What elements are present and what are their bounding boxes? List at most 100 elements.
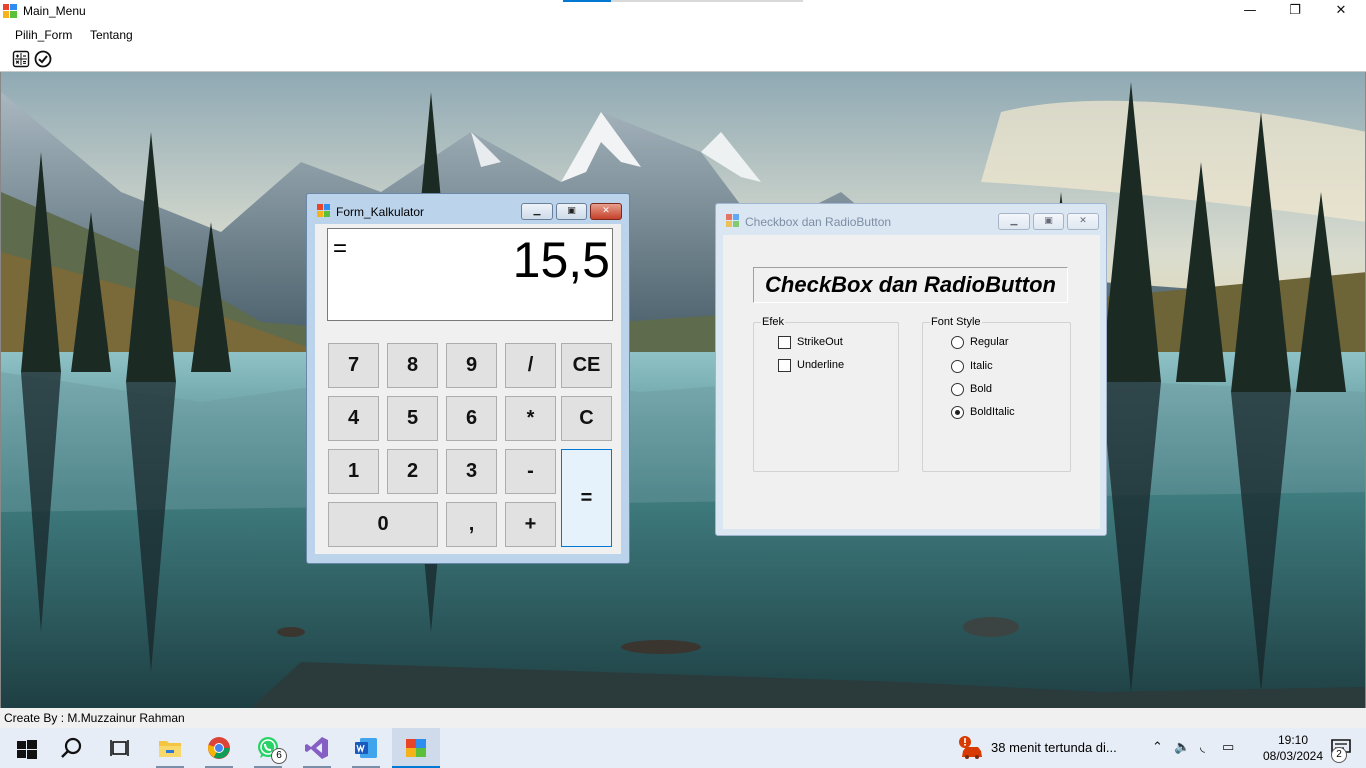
task-view-icon xyxy=(110,740,129,756)
key-0[interactable]: 0 xyxy=(328,502,438,547)
action-center-button[interactable]: 2 xyxy=(1318,728,1366,768)
bold-label[interactable]: Bold xyxy=(970,383,992,395)
key-equals[interactable]: = xyxy=(561,449,612,547)
font-style-legend: Font Style xyxy=(930,316,982,328)
checkmark-circle-icon[interactable] xyxy=(34,50,52,68)
windows-taskbar: 6 38 menit tertunda di... ⌃ 🔈 ◟ ▭ 19:10 xyxy=(0,728,1366,768)
checkbox-form-client-area: CheckBox dan RadioButton Efek StrikeOut … xyxy=(723,235,1100,529)
key-multiply[interactable]: * xyxy=(505,396,556,441)
menu-bar: Pilih_Form Tentang xyxy=(0,23,1366,46)
menu-pilih-form[interactable]: Pilih_Form xyxy=(15,28,72,42)
radio-circle[interactable] xyxy=(951,360,964,373)
key-8[interactable]: 8 xyxy=(387,343,438,388)
radio-circle[interactable] xyxy=(951,336,964,349)
minimize-button[interactable]: — xyxy=(1227,0,1273,23)
action-center-badge: 2 xyxy=(1331,747,1347,763)
key-1[interactable]: 1 xyxy=(328,449,379,494)
maximize-button[interactable]: ❐ xyxy=(1272,0,1318,23)
status-label: Create By : M.Muzzainur Rahman xyxy=(4,711,185,725)
word-button[interactable] xyxy=(342,728,390,768)
winforms-app-icon xyxy=(3,4,17,18)
notification-text: 38 menit tertunda di... xyxy=(991,740,1117,755)
font-style-group: Font Style Regular Italic Bold BoldItali… xyxy=(922,316,1071,472)
form-heading-label: CheckBox dan RadioButton xyxy=(753,267,1068,303)
car-alert-icon xyxy=(959,736,982,759)
key-2[interactable]: 2 xyxy=(387,449,438,494)
calculator-icon[interactable] xyxy=(12,50,30,68)
bolditalic-label[interactable]: BoldItalic xyxy=(970,406,1015,418)
radio-circle[interactable] xyxy=(951,383,964,396)
mdi-container: Form_Kalkulator ▁ ▣ ✕ = 15,5 7 8 9 / CE … xyxy=(0,72,1366,708)
key-5[interactable]: 5 xyxy=(387,396,438,441)
file-explorer-icon xyxy=(159,741,181,757)
visual-studio-button[interactable] xyxy=(293,728,341,768)
radio-circle-selected[interactable] xyxy=(951,406,964,419)
checkbox-box[interactable] xyxy=(778,359,791,372)
search-icon xyxy=(61,737,82,758)
chrome-icon xyxy=(208,737,230,759)
system-clock[interactable]: 19:10 08/03/2024 xyxy=(1262,732,1324,764)
key-6[interactable]: 6 xyxy=(446,396,497,441)
checkbox-radio-form: Checkbox dan RadioButton ▁ ▣ ✕ CheckBox … xyxy=(715,203,1107,536)
landscape-wallpaper xyxy=(1,72,1365,708)
cb-close-button[interactable]: ✕ xyxy=(1067,213,1099,230)
calc-maximize-button[interactable]: ▣ xyxy=(556,203,587,220)
wifi-icon[interactable]: ◟ xyxy=(1200,740,1205,755)
cb-minimize-button[interactable]: ▁ xyxy=(998,213,1030,230)
battery-icon[interactable]: ▭ xyxy=(1222,740,1234,755)
italic-label[interactable]: Italic xyxy=(970,360,993,372)
calc-minimize-button[interactable]: ▁ xyxy=(521,203,553,220)
key-4[interactable]: 4 xyxy=(328,396,379,441)
calculator-title-bar: Form_Kalkulator ▁ ▣ ✕ xyxy=(307,194,629,224)
key-add[interactable]: + xyxy=(505,502,556,547)
key-comma[interactable]: , xyxy=(446,502,497,547)
calculator-display[interactable]: = 15,5 xyxy=(327,228,613,321)
calculator-form: Form_Kalkulator ▁ ▣ ✕ = 15,5 7 8 9 / CE … xyxy=(306,193,630,564)
efek-group: Efek StrikeOut Underline xyxy=(753,316,899,472)
tool-strip xyxy=(0,46,1366,72)
winforms-app-icon xyxy=(317,204,330,217)
visual-studio-icon xyxy=(305,737,328,759)
chrome-button[interactable] xyxy=(195,728,243,768)
key-3[interactable]: 3 xyxy=(446,449,497,494)
clock-date: 08/03/2024 xyxy=(1262,749,1324,763)
calculator-title: Form_Kalkulator xyxy=(336,205,425,219)
calc-close-button[interactable]: ✕ xyxy=(590,203,622,220)
speaker-icon[interactable]: 🔈 xyxy=(1174,740,1190,755)
cb-maximize-button[interactable]: ▣ xyxy=(1033,213,1064,230)
file-explorer-button[interactable] xyxy=(146,728,194,768)
task-view-button[interactable] xyxy=(96,728,144,768)
start-icon xyxy=(17,740,37,759)
main-title-bar: Main_Menu — ❐ ✕ xyxy=(0,0,1366,23)
close-button[interactable]: ✕ xyxy=(1318,0,1364,23)
word-icon xyxy=(355,738,377,758)
key-9[interactable]: 9 xyxy=(446,343,497,388)
clock-time: 19:10 xyxy=(1277,733,1309,747)
window-title: Main_Menu xyxy=(23,4,86,18)
checkbox-box[interactable] xyxy=(778,336,791,349)
notification-area[interactable]: 38 menit tertunda di... xyxy=(958,728,1144,768)
whatsapp-button[interactable]: 6 xyxy=(244,728,292,768)
winforms-app-icon xyxy=(726,214,739,227)
calculator-client-area: = 15,5 7 8 9 / CE 4 5 6 * C 1 2 3 - = 0 … xyxy=(315,224,621,554)
checkbox-form-title-bar: Checkbox dan RadioButton ▁ ▣ ✕ xyxy=(716,204,1106,234)
key-clear[interactable]: C xyxy=(561,396,612,441)
checkbox-form-title: Checkbox dan RadioButton xyxy=(745,215,892,229)
winforms-app-button[interactable] xyxy=(392,728,440,768)
display-value: 15,5 xyxy=(512,232,610,288)
key-divide[interactable]: / xyxy=(505,343,556,388)
menu-tentang[interactable]: Tentang xyxy=(90,28,133,42)
chevron-up-icon[interactable]: ⌃ xyxy=(1152,740,1163,755)
key-7[interactable]: 7 xyxy=(328,343,379,388)
key-clear-entry[interactable]: CE xyxy=(561,343,612,388)
start-button[interactable] xyxy=(0,728,48,768)
regular-label[interactable]: Regular xyxy=(970,336,1009,348)
search-button[interactable] xyxy=(48,728,96,768)
key-subtract[interactable]: - xyxy=(505,449,556,494)
underline-label[interactable]: Underline xyxy=(797,359,844,371)
title-accent-bar xyxy=(563,0,803,2)
status-strip: Create By : M.Muzzainur Rahman xyxy=(0,708,1366,728)
strikeout-label[interactable]: StrikeOut xyxy=(797,336,843,348)
whatsapp-badge: 6 xyxy=(271,748,287,764)
efek-legend: Efek xyxy=(761,316,786,328)
